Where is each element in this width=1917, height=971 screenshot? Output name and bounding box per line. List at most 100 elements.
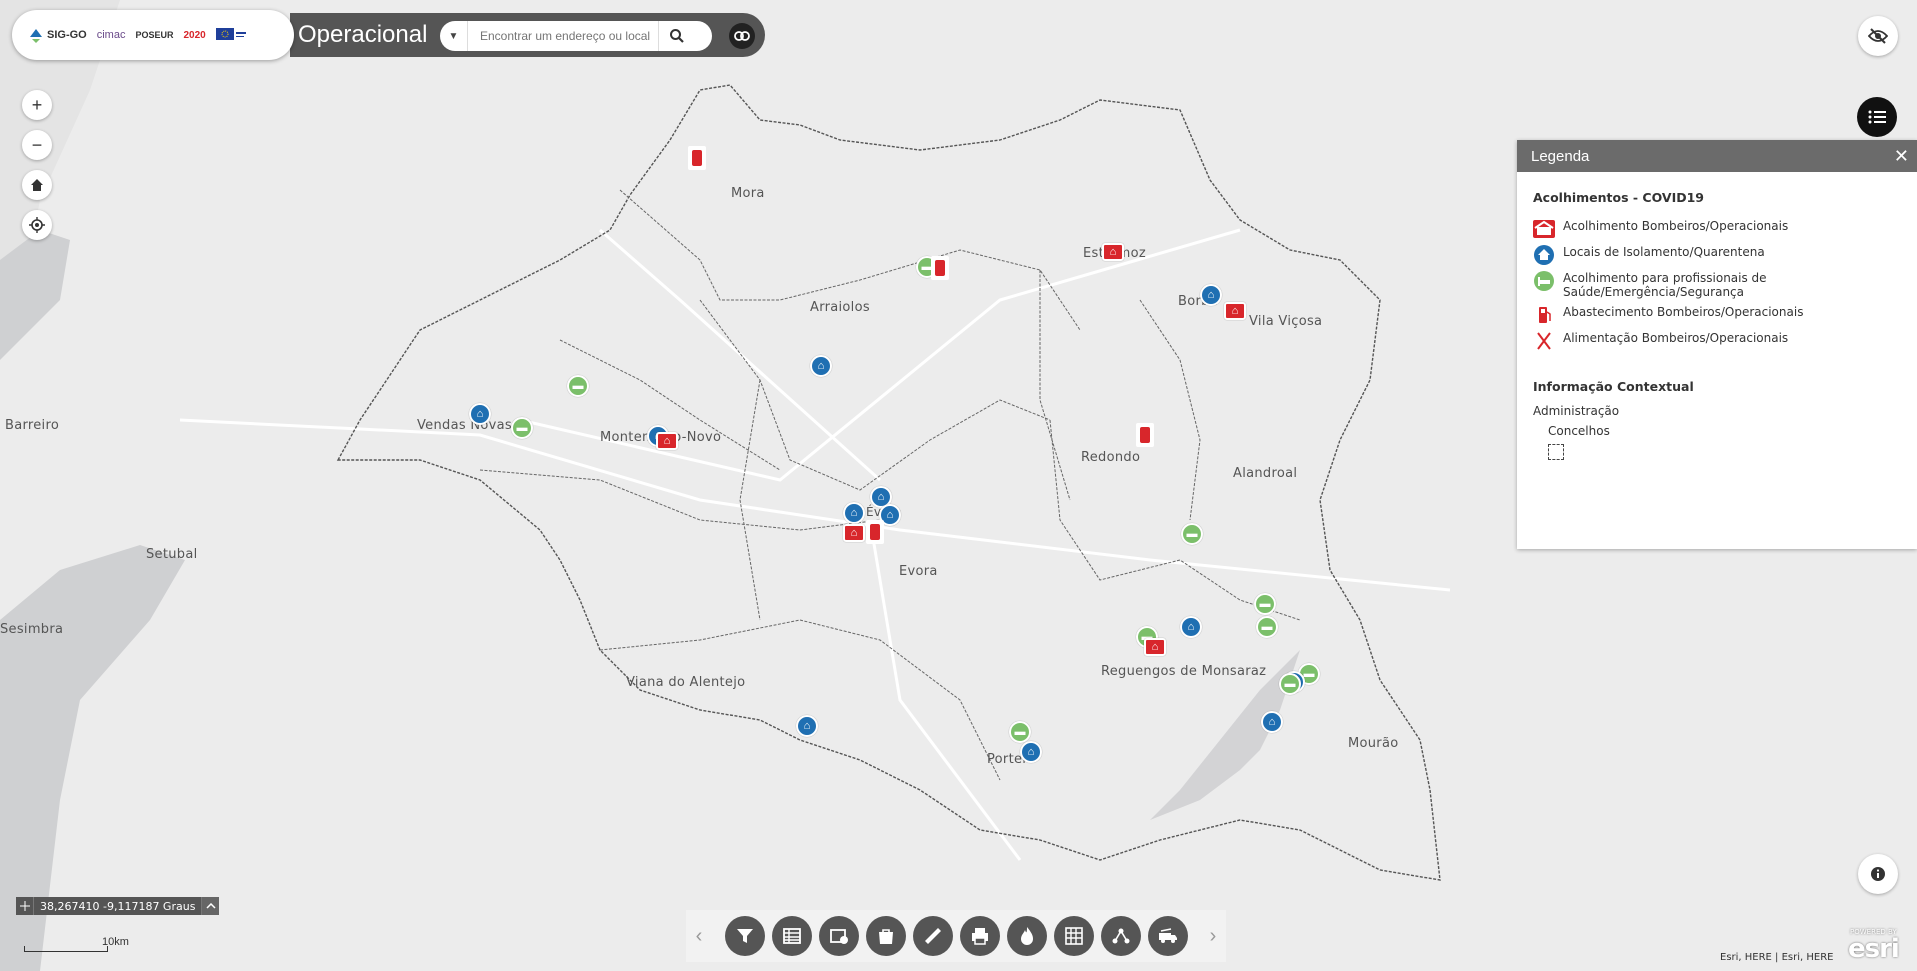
fuel-pump-marker[interactable] [1136, 423, 1154, 447]
bed-marker[interactable]: ▬ [511, 417, 533, 439]
eye-off-icon [1868, 28, 1888, 44]
measure-button[interactable] [912, 916, 953, 956]
zoom-in-button[interactable]: + [22, 90, 52, 120]
house-quarantine-marker[interactable]: ⌂ [1020, 741, 1042, 763]
fire-station-marker[interactable]: ⌂ [656, 432, 678, 450]
legend-item: Acolhimento Bombeiros/Operacionais [1533, 219, 1901, 239]
powered-by-text: POWERED BY [1850, 928, 1897, 936]
attribution-text: Esri, HERE | Esri, HERE [1720, 952, 1834, 963]
fire-station-marker[interactable]: ⌂ [1144, 638, 1166, 656]
place-label: Arraiolos [810, 300, 870, 315]
bed-marker[interactable]: ▬ [567, 375, 589, 397]
plus-icon: + [31, 94, 43, 115]
place-label: Redondo [1081, 450, 1141, 465]
bed-marker[interactable]: ▬ [1256, 616, 1278, 638]
fire-station-icon [1533, 219, 1555, 239]
network-analysis-button[interactable] [1100, 916, 1141, 956]
bed-icon [1533, 271, 1555, 291]
caret-down-icon: ▼ [448, 30, 459, 42]
bottom-toolbar: ‹ › [686, 910, 1226, 962]
chevron-up-icon[interactable] [201, 897, 220, 915]
legend-item-label: Locais de Isolamento/Quarentena [1563, 245, 1765, 259]
house-quarantine-marker[interactable]: ⌂ [843, 502, 865, 524]
esri-brand-text: esri [1848, 934, 1900, 964]
legend-item: Abastecimento Bombeiros/Operacionais [1533, 305, 1901, 325]
fuel-pump-icon [1533, 305, 1555, 325]
place-label: Mourão [1348, 736, 1399, 751]
chevron-right-icon[interactable]: › [1200, 910, 1226, 962]
legend-layer-label: Concelhos [1548, 424, 1610, 438]
table-icon [782, 928, 801, 944]
portugal2020-text: 2020 [183, 29, 206, 41]
search-input[interactable] [468, 29, 658, 43]
fire-station-marker[interactable]: ⌂ [1224, 302, 1246, 320]
legend-item: Acolhimento para profissionais de Saúde/… [1533, 271, 1901, 299]
place-label: Evora [899, 564, 938, 579]
bookmark-button[interactable] [865, 916, 906, 956]
toggle-visibility-button[interactable] [1858, 16, 1898, 56]
house-quarantine-marker[interactable]: ⌂ [469, 403, 491, 425]
place-label: Barreiro [5, 418, 60, 433]
attribute-table-button[interactable] [771, 916, 812, 956]
filter-icon [736, 929, 753, 943]
fuel-pump-marker[interactable] [866, 520, 884, 544]
home-button[interactable] [22, 170, 52, 200]
house-quarantine-marker[interactable]: ⌂ [1180, 616, 1202, 638]
grid-icon [1064, 927, 1083, 945]
truck-button[interactable] [1147, 916, 1188, 956]
esri-logo: POWERED BY esri [1848, 928, 1900, 964]
fuel-pump-marker[interactable] [931, 256, 949, 280]
crosshair-icon[interactable] [16, 897, 34, 915]
cutlery-icon [1533, 331, 1555, 351]
fuel-pump-marker[interactable] [688, 146, 706, 170]
fire-station-marker[interactable]: ⌂ [843, 524, 865, 542]
search-source-dropdown[interactable]: ▼ [440, 21, 468, 51]
bed-marker[interactable]: ▬ [1279, 673, 1301, 695]
legend-toggle-button[interactable] [1857, 97, 1897, 137]
house-quarantine-marker[interactable]: ⌂ [1261, 711, 1283, 733]
polygon-symbol-icon [1548, 444, 1564, 460]
legend-item: Locais de Isolamento/Quarentena [1533, 245, 1901, 265]
share-link-button[interactable] [729, 23, 755, 49]
place-label: Vendas Novas [417, 418, 512, 433]
close-icon[interactable]: ✕ [1894, 146, 1909, 167]
cimac-logo: cimac [97, 29, 126, 41]
network-icon [1112, 928, 1129, 944]
locate-button[interactable] [22, 210, 52, 240]
zoom-out-button[interactable]: − [22, 130, 52, 160]
place-label: Sesimbra [0, 622, 64, 637]
legend-subgroup: Administração [1533, 404, 1620, 418]
bed-marker[interactable]: ▬ [1254, 593, 1276, 615]
printer-icon [971, 928, 988, 945]
info-button[interactable] [1858, 854, 1898, 894]
home-icon [31, 179, 43, 191]
search-button[interactable] [658, 21, 694, 51]
fire-tool-button[interactable] [1006, 916, 1047, 956]
chevron-left-icon[interactable]: ‹ [686, 910, 712, 962]
legend-title: Legenda [1531, 147, 1590, 165]
house-quarantine-marker[interactable]: ⌂ [810, 355, 832, 377]
coordinate-display: 38,267410 -9,117187 Graus [16, 897, 220, 915]
basemap-gallery-button[interactable] [818, 916, 859, 956]
fire-truck-icon [1158, 928, 1177, 943]
legend-group-title: Acolhimentos - COVID19 [1533, 190, 1704, 205]
legend-body: Acolhimentos - COVID19 Acolhimento Bombe… [1517, 172, 1917, 472]
search-box: ▼ [440, 21, 712, 51]
bag-icon [878, 929, 893, 944]
sig-go-icon [30, 29, 42, 43]
poseur-text: POSEUR [135, 30, 174, 40]
grid-button[interactable] [1053, 916, 1094, 956]
list-icon [1868, 110, 1886, 124]
legend-item: Alimentação Bombeiros/Operacionais [1533, 331, 1901, 351]
house-quarantine-marker[interactable]: ⌂ [796, 715, 818, 737]
fire-station-marker[interactable]: ⌂ [1102, 243, 1124, 261]
place-label: Viana do Alentejo [626, 675, 746, 690]
house-quarantine-marker[interactable]: ⌂ [1200, 284, 1222, 306]
bed-marker[interactable]: ▬ [1009, 721, 1031, 743]
legend-item-label: Acolhimento Bombeiros/Operacionais [1563, 219, 1789, 233]
bed-marker[interactable]: ▬ [1181, 523, 1203, 545]
print-button[interactable] [959, 916, 1000, 956]
filter-button[interactable] [724, 916, 765, 956]
sig-go-logo: SIG-GO [28, 27, 87, 43]
app-title: Operacional [298, 21, 428, 48]
